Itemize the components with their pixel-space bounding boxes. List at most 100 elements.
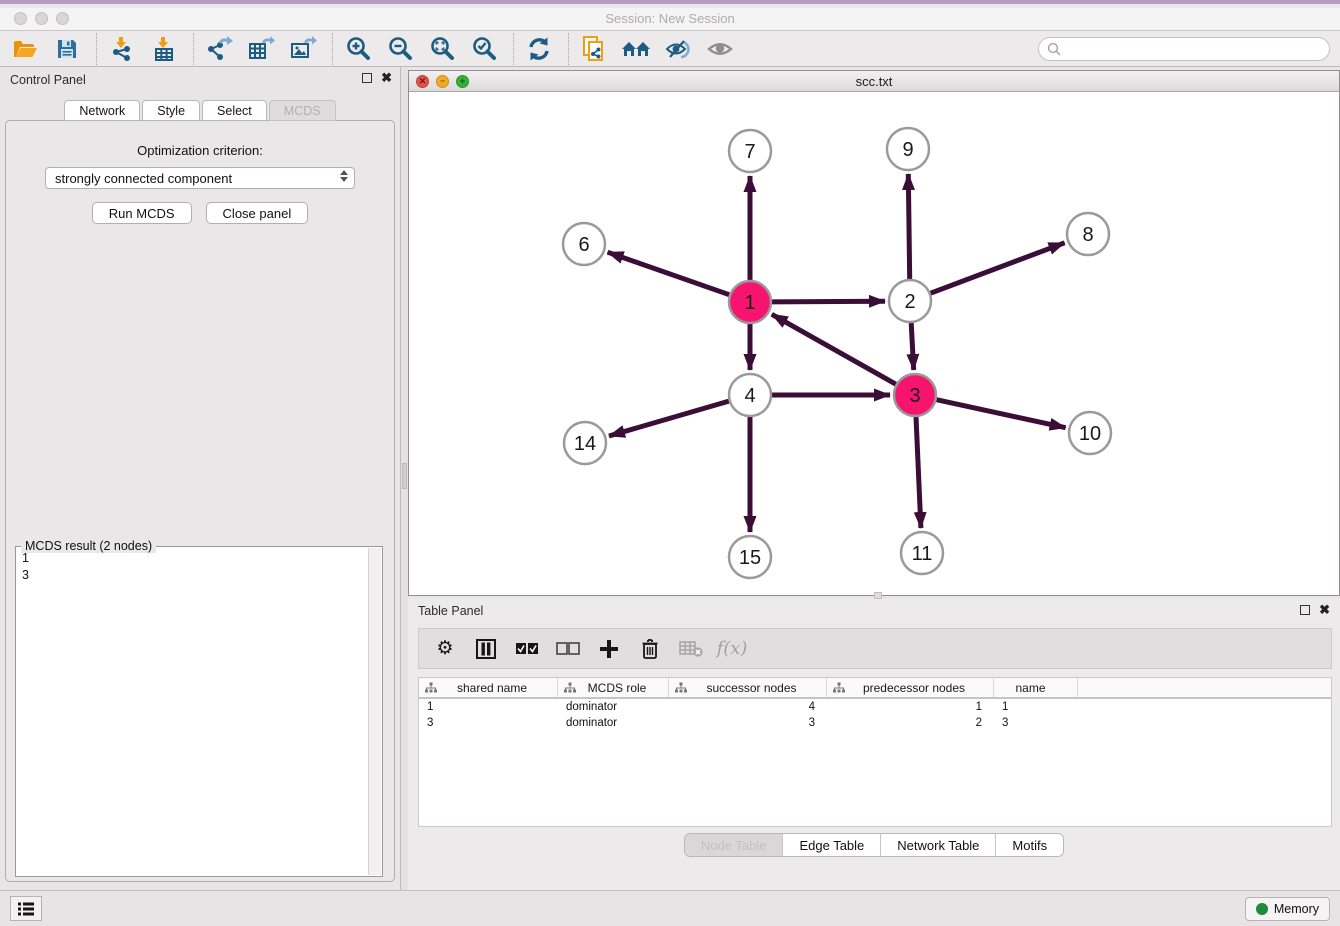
edge-3-11[interactable] [916, 417, 921, 528]
add-column-button[interactable] [597, 637, 621, 661]
mcds-result-line: 3 [22, 567, 366, 584]
table-cell[interactable]: 4 [669, 699, 827, 715]
tab-mcds[interactable]: MCDS [269, 100, 336, 121]
open-session-button[interactable] [10, 34, 40, 64]
graph-node-7[interactable]: 7 [729, 130, 771, 172]
network-canvas[interactable]: 7 9 6 8 1 2 4 3 14 10 15 11 [409, 93, 1339, 595]
graph-node-9[interactable]: 9 [887, 128, 929, 170]
criterion-dropdown-value: strongly connected component [55, 171, 232, 186]
tab-select[interactable]: Select [202, 100, 267, 121]
vertical-splitter[interactable] [401, 67, 408, 890]
tab-edge-table[interactable]: Edge Table [783, 834, 881, 856]
edge-1-2[interactable] [772, 301, 885, 302]
table-cell[interactable]: 3 [669, 715, 827, 731]
show-columns-button[interactable] [474, 637, 498, 661]
edge-4-14[interactable] [609, 401, 729, 436]
graph-node-14[interactable]: 14 [564, 422, 606, 464]
table-row[interactable]: 3dominator323 [419, 715, 1331, 731]
function-builder-button[interactable]: f(x) [720, 637, 744, 661]
control-panel-tabs: NetworkStyleSelectMCDS [0, 100, 400, 121]
unselect-all-columns-button[interactable] [556, 637, 580, 661]
control-panel-close-icon[interactable]: ✖ [381, 73, 392, 83]
close-panel-button[interactable]: Close panel [206, 202, 309, 224]
search-box[interactable] [1038, 37, 1330, 61]
tab-style[interactable]: Style [142, 100, 200, 121]
table-cell[interactable]: 3 [419, 715, 558, 731]
edge-3-1[interactable] [772, 314, 896, 384]
graph-node-3[interactable]: 3 [894, 374, 936, 416]
table-settings-button[interactable]: ⚙ [433, 637, 457, 661]
graph-node-11[interactable]: 11 [901, 532, 943, 574]
zoom-selected-button[interactable] [469, 34, 499, 64]
delete-table-button[interactable] [679, 637, 703, 661]
edge-2-8[interactable] [931, 243, 1065, 293]
zoom-in-button[interactable] [343, 34, 373, 64]
tab-network-table[interactable]: Network Table [881, 834, 996, 856]
table-cell[interactable]: 1 [419, 699, 558, 715]
table-cell[interactable]: 3 [994, 715, 1078, 731]
task-history-button[interactable] [10, 896, 42, 921]
edge-2-3[interactable] [911, 323, 914, 370]
tab-motifs[interactable]: Motifs [996, 834, 1063, 856]
graph-node-15[interactable]: 15 [729, 536, 771, 578]
memory-button[interactable]: Memory [1245, 897, 1330, 921]
column-header-name[interactable]: name [994, 678, 1078, 697]
control-panel-float-icon[interactable] [362, 73, 372, 83]
network-window-titlebar[interactable]: ✕ − + scc.txt [409, 71, 1339, 92]
table-cell[interactable]: 1 [994, 699, 1078, 715]
app-window: Session: New Session [0, 0, 1340, 926]
apply-layout-button[interactable] [524, 34, 554, 64]
column-header-MCDS-role[interactable]: MCDS role [558, 678, 669, 697]
graph-node-4[interactable]: 4 [729, 374, 771, 416]
tab-network[interactable]: Network [64, 100, 140, 121]
mcds-result-scrollbar[interactable] [368, 548, 381, 875]
column-header-predecessor-nodes[interactable]: predecessor nodes [827, 678, 994, 697]
show-all-button[interactable] [705, 34, 735, 64]
export-network-button[interactable] [204, 34, 234, 64]
table-cell[interactable]: 1 [827, 699, 994, 715]
table-cell[interactable]: 2 [827, 715, 994, 731]
network-resize-handle[interactable] [874, 592, 882, 599]
first-neighbors-button[interactable] [621, 34, 651, 64]
graph-node-6[interactable]: 6 [563, 223, 605, 265]
hide-selected-button[interactable] [663, 34, 693, 64]
graph-node-1[interactable]: 1 [729, 281, 771, 323]
table-panel-close-icon[interactable]: ✖ [1319, 605, 1330, 615]
table-cell[interactable]: dominator [558, 715, 669, 731]
edge-3-10[interactable] [937, 400, 1066, 428]
import-network-button[interactable] [107, 34, 137, 64]
zoom-out-button[interactable] [385, 34, 415, 64]
node-label: 9 [902, 139, 913, 161]
search-input[interactable] [1065, 40, 1329, 58]
network-window: ✕ − + scc.txt 7 9 6 8 1 2 4 3 14 10 15 11 [408, 70, 1340, 596]
save-session-button[interactable] [52, 34, 82, 64]
edge-1-6[interactable] [608, 252, 730, 295]
criterion-dropdown[interactable]: strongly connected component [45, 167, 355, 189]
table-panel-float-icon[interactable] [1300, 605, 1310, 615]
column-header-successor-nodes[interactable]: successor nodes [669, 678, 827, 697]
zoom-fit-button[interactable] [427, 34, 457, 64]
run-mcds-button[interactable]: Run MCDS [92, 202, 192, 224]
import-table-button[interactable] [149, 34, 179, 64]
table-cell[interactable]: dominator [558, 699, 669, 715]
select-all-columns-button[interactable] [515, 637, 539, 661]
two-houses-icon [621, 37, 651, 61]
export-image-button[interactable] [288, 34, 318, 64]
graph-node-2[interactable]: 2 [889, 280, 931, 322]
tab-node-table[interactable]: Node Table [685, 834, 784, 856]
clone-network-button[interactable] [579, 34, 609, 64]
eye-icon [706, 37, 734, 61]
edge-2-9[interactable] [908, 174, 909, 279]
export-table-button[interactable] [246, 34, 276, 64]
graph-node-10[interactable]: 10 [1069, 412, 1111, 454]
table-panel-tabs: Node TableEdge TableNetwork TableMotifs [408, 833, 1340, 857]
vertical-splitter-handle[interactable] [402, 463, 407, 489]
graph-node-8[interactable]: 8 [1067, 213, 1109, 255]
delete-columns-button[interactable] [638, 637, 662, 661]
refresh-icon [526, 36, 552, 62]
network-graph[interactable]: 7 9 6 8 1 2 4 3 14 10 15 11 [409, 93, 1339, 595]
table-row[interactable]: 1dominator411 [419, 699, 1331, 715]
delete-table-icon [679, 640, 703, 658]
column-header-shared-name[interactable]: shared name [419, 678, 558, 697]
column-header-label: shared name [437, 681, 557, 695]
